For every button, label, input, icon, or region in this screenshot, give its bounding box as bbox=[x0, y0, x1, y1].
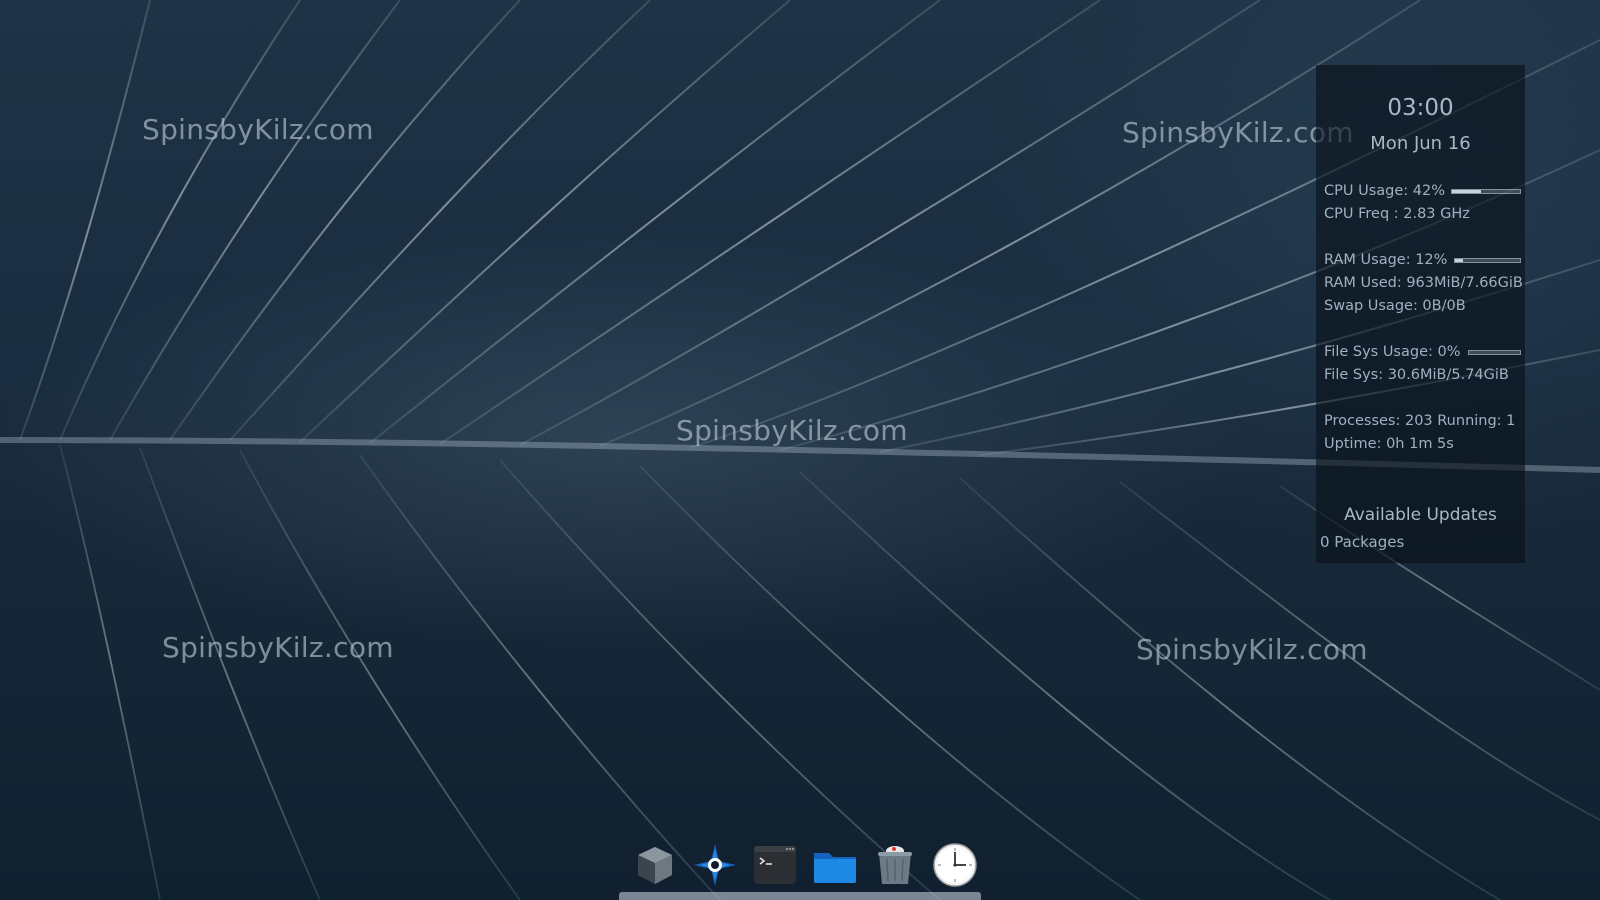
cpu-usage-label: CPU Usage: 42% bbox=[1324, 183, 1445, 199]
application-launcher-icon[interactable] bbox=[632, 842, 678, 888]
dock bbox=[624, 836, 984, 896]
ram-usage-bar-fill bbox=[1455, 259, 1463, 262]
dock-background-bar bbox=[619, 892, 981, 900]
ram-usage-bar bbox=[1454, 258, 1521, 263]
filesystem-label: File Sys: 30.6MiB/5.74GiB bbox=[1324, 367, 1509, 383]
clock-date: Mon Jun 16 bbox=[1370, 133, 1471, 154]
clock-time: 03:00 bbox=[1387, 95, 1454, 121]
watermark-text: SpinsbyKilz.com bbox=[676, 414, 908, 447]
swap-usage-label: Swap Usage: 0B/0B bbox=[1324, 298, 1466, 314]
desktop: SpinsbyKilz.com SpinsbyKilz.com SpinsbyK… bbox=[0, 0, 1600, 900]
system-monitor-widget: 03:00 Mon Jun 16 CPU Usage: 42% CPU Freq… bbox=[1316, 65, 1525, 563]
ram-used-label: RAM Used: 963MiB/7.66GiB bbox=[1324, 275, 1523, 291]
trash-icon[interactable] bbox=[872, 842, 918, 888]
file-manager-folder-icon[interactable] bbox=[812, 842, 858, 888]
filesystem-usage-label: File Sys Usage: 0% bbox=[1324, 344, 1461, 360]
watermark-text: SpinsbyKilz.com bbox=[142, 113, 374, 146]
settings-compass-icon[interactable] bbox=[692, 842, 738, 888]
available-updates-title: Available Updates bbox=[1344, 505, 1497, 525]
cpu-freq-label: CPU Freq : 2.83 GHz bbox=[1324, 206, 1470, 222]
watermark-text: SpinsbyKilz.com bbox=[1136, 633, 1368, 666]
terminal-icon[interactable] bbox=[752, 842, 798, 888]
available-updates-count: 0 Packages bbox=[1320, 533, 1405, 551]
processes-label: Processes: 203 Running: 1 bbox=[1324, 413, 1516, 429]
cpu-usage-bar bbox=[1451, 189, 1521, 194]
cpu-usage-bar-fill bbox=[1452, 190, 1481, 193]
filesystem-usage-bar bbox=[1468, 350, 1521, 355]
uptime-label: Uptime: 0h 1m 5s bbox=[1324, 436, 1454, 452]
watermark-text: SpinsbyKilz.com bbox=[162, 631, 394, 664]
ram-usage-label: RAM Usage: 12% bbox=[1324, 252, 1448, 268]
clock-icon[interactable] bbox=[932, 842, 978, 888]
